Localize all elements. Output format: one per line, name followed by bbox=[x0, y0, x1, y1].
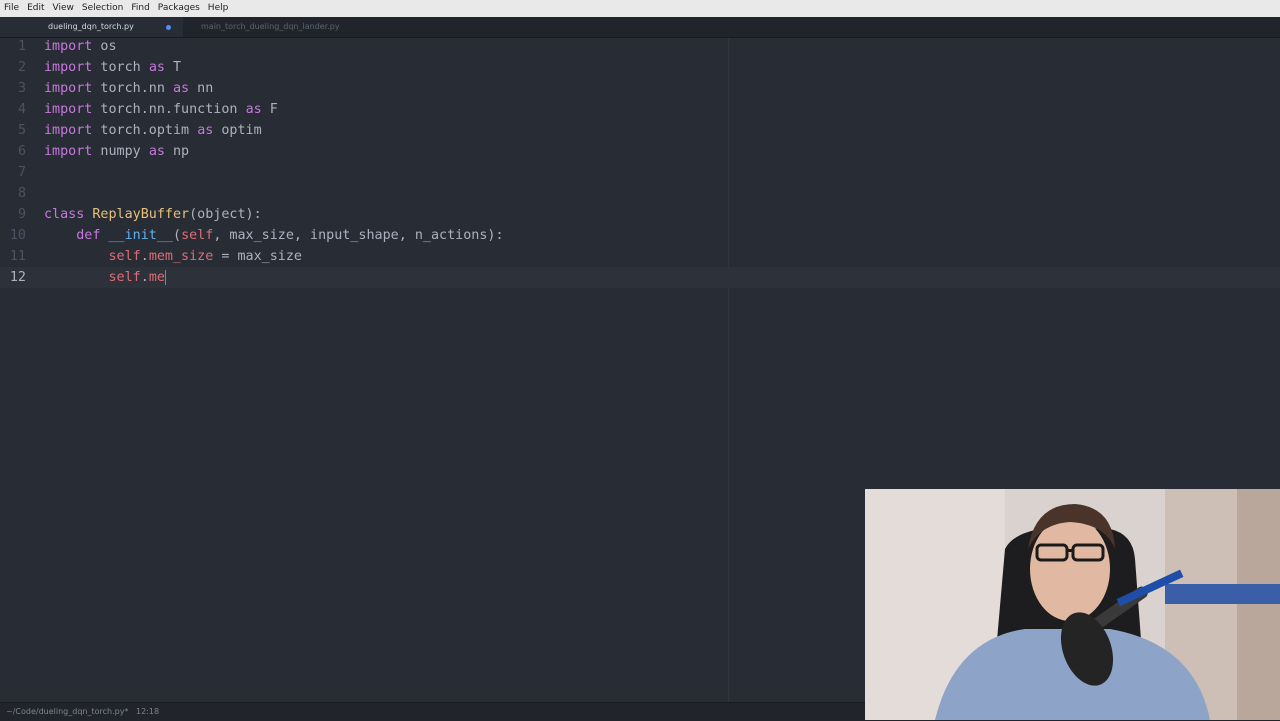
code-token: as bbox=[173, 81, 190, 96]
code-token: nn bbox=[189, 81, 214, 96]
menu-item-find[interactable]: Find bbox=[127, 0, 153, 17]
line-number: 1 bbox=[17, 39, 26, 54]
code-token: as bbox=[148, 144, 165, 159]
tab-main-torch-dueling-dqn-lander[interactable]: main_torch_dueling_dqn_lander.py bbox=[183, 17, 373, 37]
code-token: class bbox=[44, 207, 85, 222]
code-token: ReplayBuffer bbox=[92, 207, 190, 222]
webcam-overlay bbox=[865, 489, 1280, 720]
line-number: 6 bbox=[17, 144, 26, 159]
cursor-position[interactable]: 12:18 bbox=[136, 703, 159, 721]
file-path[interactable]: ~/Code/dueling_dqn_torch.py* bbox=[6, 703, 128, 721]
line-number: 3 bbox=[17, 81, 26, 96]
code-line[interactable]: 8 bbox=[0, 183, 1280, 204]
code-text: import torch.nn as nn bbox=[44, 78, 213, 99]
code-token: torch.nn bbox=[92, 81, 173, 96]
code-token: . bbox=[140, 249, 149, 264]
code-line[interactable]: 9 class ReplayBuffer(object): bbox=[0, 204, 1280, 225]
line-number: 9 bbox=[17, 207, 26, 222]
presenter-video-image bbox=[865, 489, 1280, 720]
code-token: ( bbox=[173, 228, 182, 243]
code-line[interactable]: 10 def __init__(self, max_size, input_sh… bbox=[0, 225, 1280, 246]
code-token: self bbox=[108, 249, 141, 264]
code-token: = max_size bbox=[213, 249, 302, 264]
code-text: class ReplayBuffer(object): bbox=[44, 204, 262, 225]
menu-item-help[interactable]: Help bbox=[204, 0, 233, 17]
code-token: torch bbox=[92, 60, 149, 75]
code-line[interactable]: 2 import torch as T bbox=[0, 57, 1280, 78]
code-text: import torch as T bbox=[44, 57, 181, 78]
text-cursor bbox=[164, 269, 166, 285]
tab-bar: dueling_dqn_torch.py main_torch_dueling_… bbox=[0, 17, 1280, 38]
line-number: 7 bbox=[17, 165, 26, 180]
menu-item-edit[interactable]: Edit bbox=[23, 0, 48, 17]
code-token: , max_size, input_shape, n_actions): bbox=[213, 228, 504, 243]
code-token: optim bbox=[213, 123, 262, 138]
code-line[interactable]: 3 import torch.nn as nn bbox=[0, 78, 1280, 99]
code-token: as bbox=[245, 102, 262, 117]
code-token: T bbox=[164, 60, 182, 75]
menu-item-packages[interactable]: Packages bbox=[154, 0, 204, 17]
code-line[interactable]: 5 import torch.optim as optim bbox=[0, 120, 1280, 141]
code-text: self.me bbox=[44, 267, 166, 288]
code-line[interactable]: 11 self.mem_size = max_size bbox=[0, 246, 1280, 267]
code-token: def bbox=[76, 228, 101, 243]
code-line[interactable]: 12 self.me bbox=[0, 267, 1280, 288]
code-token: torch.optim bbox=[92, 123, 198, 138]
code-token: self bbox=[181, 228, 214, 243]
code-text: import torch.nn.function as F bbox=[44, 99, 278, 120]
code-line[interactable]: 7 bbox=[0, 162, 1280, 183]
line-number: 11 bbox=[9, 249, 26, 264]
code-line[interactable]: 4 import torch.nn.function as F bbox=[0, 99, 1280, 120]
code-token: import bbox=[44, 60, 93, 75]
modified-indicator-icon bbox=[166, 25, 171, 30]
code-text: import numpy as np bbox=[44, 141, 189, 162]
code-line[interactable]: 6 import numpy as np bbox=[0, 141, 1280, 162]
tab-dueling-dqn-torch[interactable]: dueling_dqn_torch.py bbox=[0, 17, 183, 37]
menu-item-selection[interactable]: Selection bbox=[78, 0, 127, 17]
line-number: 4 bbox=[17, 102, 26, 117]
code-token: import bbox=[44, 144, 93, 159]
line-number: 10 bbox=[9, 228, 26, 243]
code-token: import bbox=[44, 39, 93, 54]
code-token: torch.nn.function bbox=[92, 102, 246, 117]
line-number: 12 bbox=[9, 270, 26, 285]
line-number: 8 bbox=[17, 186, 26, 201]
code-token: mem_size bbox=[148, 249, 214, 264]
code-line[interactable]: 1 import os bbox=[0, 36, 1280, 57]
code-text: self.mem_size = max_size bbox=[44, 246, 303, 267]
line-number: 5 bbox=[17, 123, 26, 138]
code-token: (object): bbox=[189, 207, 262, 222]
code-token: self bbox=[108, 270, 141, 285]
code-token: me bbox=[148, 270, 165, 285]
code-token: . bbox=[140, 270, 149, 285]
code-token: import bbox=[44, 123, 93, 138]
tab-label: main_torch_dueling_dqn_lander.py bbox=[201, 22, 340, 31]
code-token: np bbox=[164, 144, 190, 159]
menu-bar: File Edit View Selection Find Packages Help bbox=[0, 0, 1280, 18]
line-number: 2 bbox=[17, 60, 26, 75]
code-token: __init__ bbox=[108, 228, 174, 243]
menu-item-view[interactable]: View bbox=[49, 0, 78, 17]
code-text: import torch.optim as optim bbox=[44, 120, 262, 141]
code-token: os bbox=[92, 39, 117, 54]
code-token: as bbox=[197, 123, 214, 138]
tab-label: dueling_dqn_torch.py bbox=[48, 22, 134, 31]
menu-item-file[interactable]: File bbox=[0, 0, 23, 17]
code-token: as bbox=[148, 60, 165, 75]
code-text: def __init__(self, max_size, input_shape… bbox=[44, 225, 504, 246]
code-token: F bbox=[261, 102, 278, 117]
code-text: import os bbox=[44, 36, 117, 57]
code-token: numpy bbox=[92, 144, 149, 159]
code-token: import bbox=[44, 81, 93, 96]
code-token: import bbox=[44, 102, 93, 117]
